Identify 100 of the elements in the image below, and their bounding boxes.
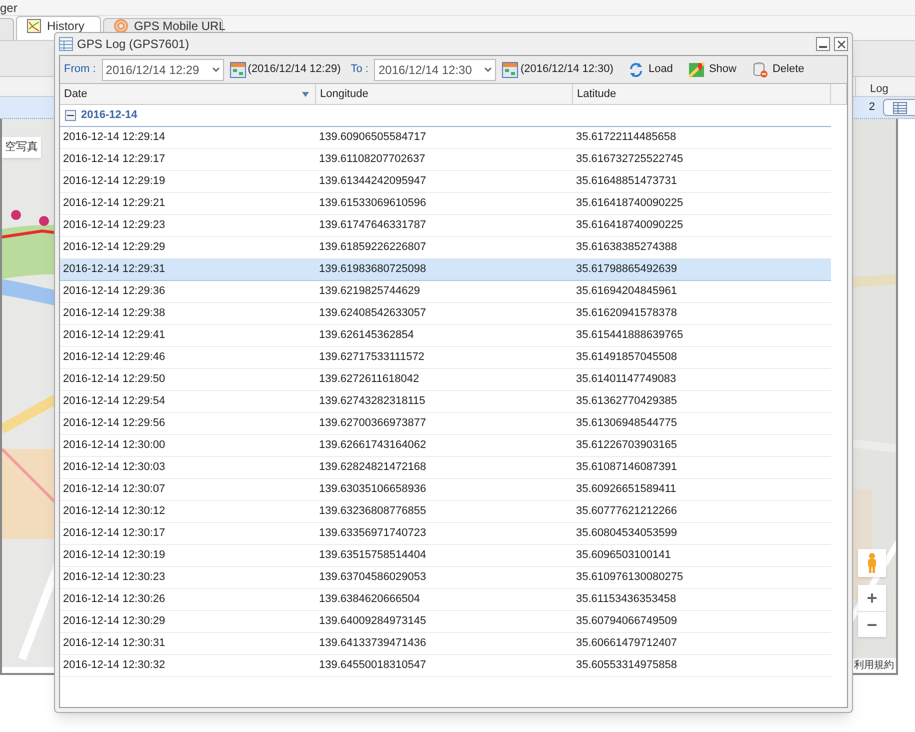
to-date-field[interactable]: 2016/12/14 12:30 [374, 58, 496, 80]
table-cell-text: 2016-12-14 12:30:23 [62, 570, 166, 586]
window-icon [59, 37, 73, 51]
table-cell-text: 35.61491857045508 [575, 350, 678, 366]
table-cell-text: 35.60553314975858 [575, 658, 678, 674]
table-cell-text: 35.60804534053599 [575, 526, 678, 542]
table-cell-text: 35.61620941578378 [575, 306, 678, 322]
table-cell-text: 2016-12-14 12:29:46 [62, 350, 166, 366]
grid-button[interactable] [883, 99, 915, 116]
table-cell-text: 2016-12-14 12:30:17 [62, 526, 166, 542]
table-icon [892, 102, 906, 114]
table-cell-text: 2016-12-14 12:29:38 [62, 306, 166, 322]
zoom-in-button[interactable]: + [858, 585, 886, 611]
table-cell-text: 139.6384620666504 [318, 592, 421, 608]
table-cell-text: 139.62717533111572 [318, 350, 426, 366]
table-cell-text: 2016-12-14 12:29:19 [62, 174, 166, 190]
table-cell-text: 35.61638385274388 [575, 240, 678, 256]
table-cell-text: 2 [868, 100, 875, 116]
table-cell-text: 35.6096503100141 [575, 548, 672, 564]
table-cell-text: 139.61747646331787 [318, 218, 428, 234]
to-date-note: (2016/12/14 12:30) [520, 62, 614, 78]
column-header[interactable]: Longitude [316, 84, 573, 104]
refresh-icon [628, 62, 644, 78]
table-cell-text: 139.63356971740723 [318, 526, 428, 542]
table-cell-text: 139.61108207702637 [318, 152, 426, 168]
table-cell-text: 139.6219825744629 [318, 284, 421, 300]
table-cell-text: 2016-12-14 12:30:19 [62, 548, 166, 564]
table-cell-text: 139.63236808776855 [318, 504, 428, 520]
table-cell-text: 35.61226703903165 [575, 438, 678, 454]
terms-link[interactable]: 利用規約 [852, 658, 896, 673]
close-icon [836, 40, 846, 48]
table-row[interactable]: 2016-12-14 12:29:31 139.61983680725098 35.61798865492639 [60, 259, 831, 281]
load-button[interactable]: Load [625, 61, 676, 78]
table-cell-text: 2016-12-14 12:29:17 [62, 152, 166, 168]
app-title: ger [0, 0, 18, 16]
table-cell-text: 139.64133739471436 [318, 636, 428, 652]
collapse-toggle[interactable] [65, 110, 76, 121]
table-cell-text: 2016-12-14 12:29:31 [62, 262, 166, 278]
table-cell-text: 35.61362770429385 [575, 394, 678, 410]
table-cell-text: 139.6272611618042 [318, 372, 420, 388]
close-button[interactable] [834, 37, 848, 51]
table-cell-text: 35.60926651589411 [575, 482, 678, 498]
map-pin-icon [688, 62, 705, 78]
group-header: 2016-12-14 [81, 108, 138, 124]
table-cell-text: 139.62700366973877 [318, 416, 428, 432]
table-cell-text: 139.62408542633057 [318, 306, 428, 322]
database-delete-icon [752, 62, 768, 78]
chevron-down-icon [212, 66, 220, 72]
show-button[interactable]: Show [686, 61, 740, 78]
map-type-button[interactable]: 空写真 [2, 137, 41, 158]
column-header[interactable]: Latitude [573, 84, 831, 104]
table-cell-text: 35.60777621212266 [575, 504, 678, 520]
table-cell-text: 35.61306948544775 [575, 416, 678, 432]
table-cell-text: 2016-12-14 12:30:26 [62, 592, 166, 608]
table-cell-text: 2016-12-14 12:29:23 [62, 218, 166, 234]
table-cell-text: 35.60794066749509 [575, 614, 678, 630]
table-cell-text: 139.64009284973145 [318, 614, 428, 630]
table-cell-text: 35.61401147749083 [575, 372, 678, 388]
table-cell-text: 2016-12-14 12:30:00 [62, 438, 166, 454]
table-cell-text: 139.63035106658936 [318, 482, 428, 498]
table-cell-text: 139.61533069610596 [318, 196, 428, 212]
calendar-icon [230, 62, 246, 78]
zoom-out-button[interactable]: − [858, 611, 886, 637]
table-cell-text: 2016-12-14 12:29:29 [62, 240, 166, 256]
table-cell-text: 2016-12-14 12:30:29 [62, 614, 166, 630]
table-cell-text: 2016-12-14 12:29:14 [62, 130, 166, 146]
minimize-button[interactable] [816, 37, 830, 51]
table-cell-text: 139.60906505584717 [318, 130, 428, 146]
from-date-field[interactable]: 2016/12/14 12:29 [102, 58, 224, 80]
table-cell-text: 35.61648851473731 [575, 174, 678, 190]
table-cell-text: 139.63515758514404 [318, 548, 428, 564]
column-header: Log [855, 77, 915, 96]
table-cell-text: 2016-12-14 12:30:31 [62, 636, 166, 652]
table-cell-text: 2016-12-14 12:29:56 [62, 416, 166, 432]
table-cell-text: 35.60661479712407 [575, 636, 678, 652]
table-cell-text: 139.62824821472168 [318, 460, 428, 476]
table-cell-text: 35.61087146087391 [575, 460, 678, 476]
table-cell-text: 35.610976130080275 [575, 570, 684, 586]
table-cell-text: 2016-12-14 12:30:32 [62, 658, 166, 674]
chart-icon [27, 19, 41, 33]
table-cell-text: 35.615441888639765 [575, 328, 684, 344]
person-icon [866, 553, 878, 573]
from-label: From : [64, 62, 96, 78]
table-cell-text: 2016-12-14 12:29:36 [62, 284, 166, 300]
signal-icon [114, 19, 128, 33]
table-cell-text: 35.61694204845961 [575, 284, 678, 300]
table-cell-text: 2016-12-14 12:29:50 [62, 372, 166, 388]
table-cell-text: 2016-12-14 12:29:41 [62, 328, 166, 344]
table-cell-text: 35.616732725522745 [575, 152, 684, 168]
minimize-icon [819, 46, 827, 48]
table-cell-text: 139.61344242095947 [318, 174, 428, 190]
delete-button[interactable]: Delete [749, 61, 808, 78]
table-cell-text: 2016-12-14 12:30:12 [62, 504, 166, 520]
column-header[interactable]: Date [60, 84, 316, 104]
table-cell-text: 139.61983680725098 [318, 262, 428, 278]
to-label: To : [350, 62, 368, 78]
calendar-icon [502, 62, 518, 78]
minus-icon [67, 115, 74, 116]
table-cell-text: 139.61859226226807 [318, 240, 428, 256]
table-cell-text: 2016-12-14 12:29:54 [62, 394, 166, 410]
